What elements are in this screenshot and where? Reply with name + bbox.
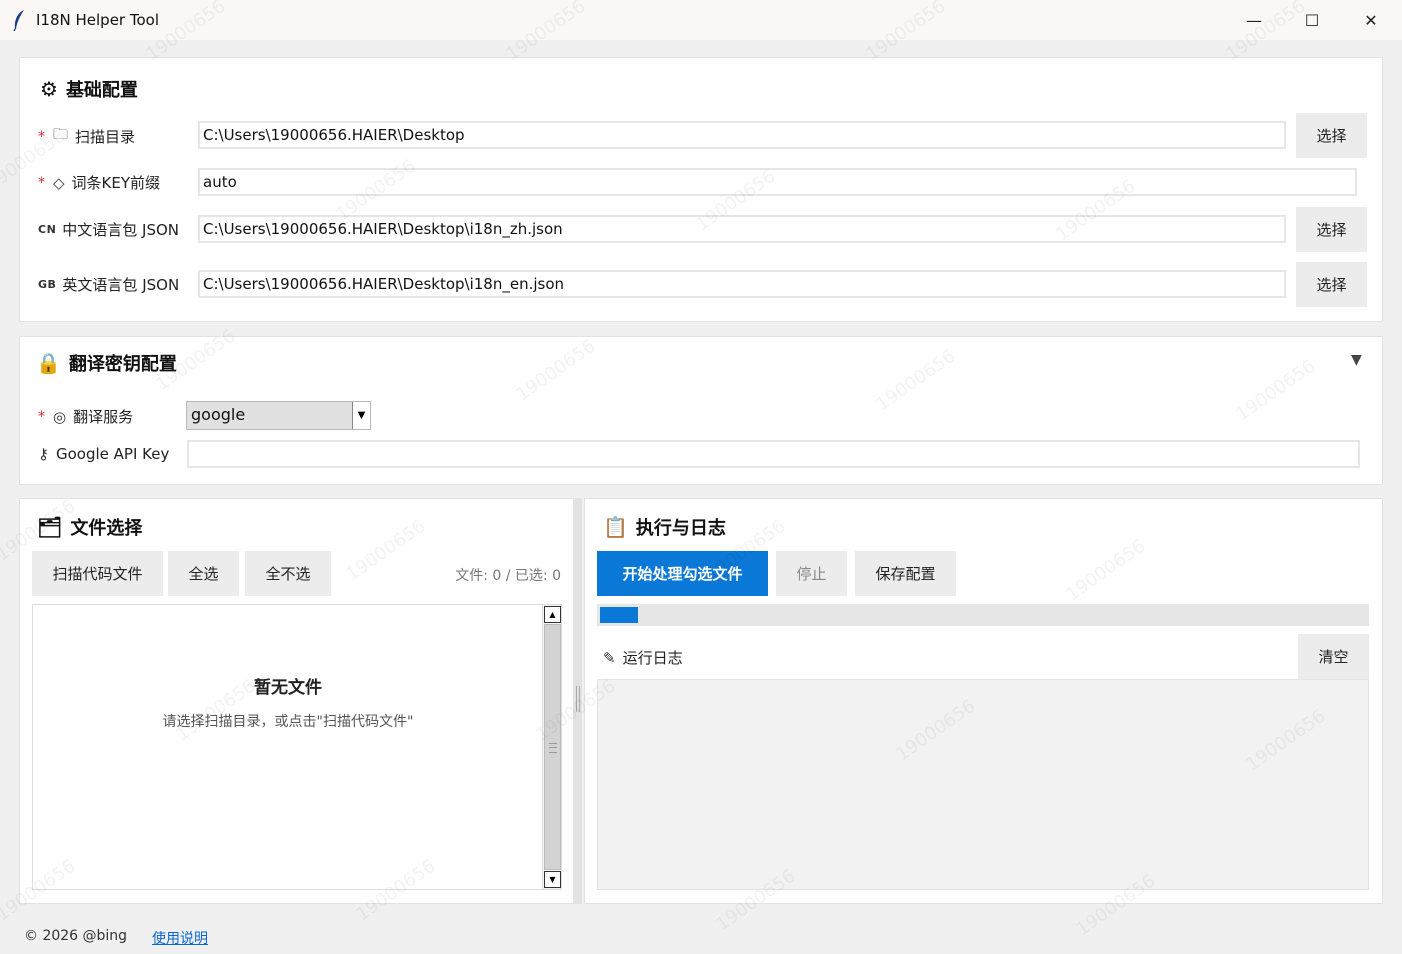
file-select-title: 🗂 文件选择 — [37, 515, 143, 539]
select-none-button[interactable]: 全不选 — [245, 551, 331, 596]
vertical-scrollbar[interactable]: ▲ ▼ — [542, 605, 561, 889]
scroll-up-icon[interactable]: ▲ — [544, 606, 561, 623]
clipboard-icon: 📋 — [603, 515, 628, 539]
required-mark: * — [38, 174, 45, 191]
help-link[interactable]: 使用说明 — [152, 928, 208, 948]
log-title: ✎ 运行日志 — [603, 648, 683, 668]
select-all-button[interactable]: 全选 — [168, 551, 239, 596]
clear-log-button[interactable]: 清空 — [1298, 634, 1369, 679]
zh-json-browse-button[interactable]: 选择 — [1296, 207, 1367, 252]
pane-splitter[interactable] — [574, 498, 582, 904]
target-icon: ◎ — [53, 407, 67, 426]
en-json-input[interactable]: C:\Users\19000656.HAIER\Desktop\i18n_en.… — [198, 270, 1286, 298]
zh-json-label: CN 中文语言包 JSON — [38, 221, 180, 239]
en-json-label: GB 英文语言包 JSON — [38, 276, 180, 294]
progress-fill — [600, 607, 638, 623]
file-list[interactable]: 暂无文件 请选择扫描目录，或点击"扫描代码文件" ▲ ▼ — [32, 604, 562, 890]
minimize-icon: — — [1246, 10, 1262, 30]
scan-dir-browse-button[interactable]: 选择 — [1296, 113, 1367, 158]
basic-config-title: ⚙ 基础配置 — [40, 77, 138, 101]
window-title: I18N Helper Tool — [36, 11, 159, 29]
file-count: 文件: 0 / 已选: 0 — [455, 568, 561, 584]
title-bar: I18N Helper Tool — ☐ ✕ — [0, 0, 1402, 40]
gear-icon: ⚙ — [40, 77, 58, 101]
folder-icon: 🗀 — [53, 125, 69, 143]
required-mark: * — [38, 128, 45, 145]
en-json-browse-button[interactable]: 选择 — [1296, 262, 1367, 307]
key-prefix-input[interactable]: auto — [198, 168, 1357, 196]
copyright-text: © 2026 @bing — [24, 928, 128, 944]
scan-dir-input[interactable]: C:\Users\19000656.HAIER\Desktop — [198, 121, 1286, 149]
scan-code-button[interactable]: 扫描代码文件 — [32, 551, 163, 596]
zh-json-input[interactable]: C:\Users\19000656.HAIER\Desktop\i18n_zh.… — [198, 215, 1286, 243]
key-config-title: 🔒 翻译密钥配置 — [36, 351, 177, 375]
progress-bar — [597, 604, 1369, 626]
feather-icon — [13, 10, 24, 31]
cn-flag-icon: CN — [38, 223, 57, 236]
empty-title: 暂无文件 — [254, 678, 322, 698]
api-key-label: ⚷ Google API Key — [38, 445, 170, 463]
service-select[interactable]: google ▼ — [186, 401, 371, 430]
collapse-arrow-icon[interactable]: ▼ — [1351, 352, 1362, 368]
start-processing-button[interactable]: 开始处理勾选文件 — [597, 551, 768, 596]
chevron-down-icon: ▼ — [352, 402, 370, 429]
service-label: * ◎ 翻译服务 — [38, 407, 134, 427]
key-prefix-label: * ◇ 词条KEY前缀 — [38, 173, 161, 193]
maximize-button[interactable]: ☐ — [1283, 0, 1341, 40]
required-mark: * — [38, 408, 45, 425]
api-key-input[interactable] — [187, 440, 1360, 468]
scan-dir-label: * 🗀 扫描目录 — [38, 124, 135, 149]
execution-title: 📋 执行与日志 — [603, 515, 726, 539]
tag-icon: ◇ — [53, 173, 65, 192]
grip-icon — [549, 743, 557, 753]
gb-flag-icon: GB — [38, 278, 57, 291]
minimize-button[interactable]: — — [1225, 0, 1283, 40]
close-icon: ✕ — [1364, 10, 1378, 30]
scroll-thumb[interactable] — [544, 624, 561, 870]
log-output[interactable] — [597, 679, 1369, 890]
folder-open-icon: 🗂 — [37, 515, 63, 539]
maximize-icon: ☐ — [1304, 10, 1320, 30]
key-icon: ⚷ — [38, 445, 49, 463]
stop-button[interactable]: 停止 — [776, 551, 847, 596]
empty-hint: 请选择扫描目录，或点击"扫描代码文件" — [162, 714, 414, 730]
edit-icon: ✎ — [603, 648, 616, 667]
lock-icon: 🔒 — [36, 351, 61, 375]
save-config-button[interactable]: 保存配置 — [855, 551, 956, 596]
close-button[interactable]: ✕ — [1342, 0, 1400, 40]
grip-icon — [576, 686, 580, 712]
scroll-down-icon[interactable]: ▼ — [544, 871, 561, 888]
